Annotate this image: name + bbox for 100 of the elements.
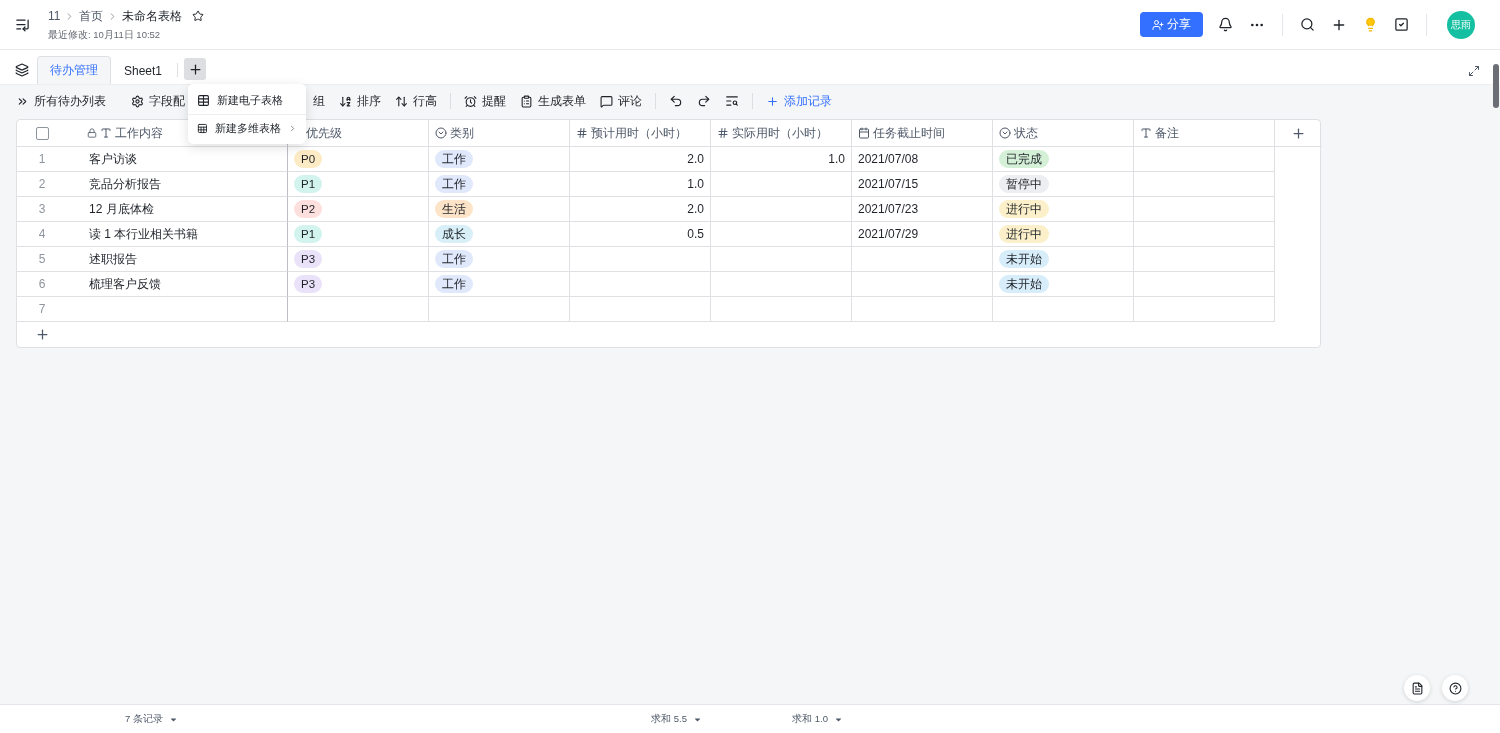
comment-icon bbox=[600, 94, 613, 108]
breadcrumb-item: 未命名表格 bbox=[122, 7, 183, 25]
breadcrumb-item[interactable]: 11 bbox=[48, 9, 61, 23]
row-number: 2 bbox=[17, 172, 67, 197]
sheet-tab[interactable]: 待办管理 bbox=[37, 56, 111, 84]
option-tag: 成长 bbox=[435, 225, 473, 243]
form-button[interactable]: 生成表单 bbox=[520, 92, 586, 110]
share-button[interactable]: 分享 bbox=[1140, 12, 1203, 37]
hash-icon bbox=[576, 127, 588, 139]
undo-button[interactable] bbox=[669, 94, 683, 108]
expand-icon[interactable] bbox=[1468, 65, 1480, 77]
plus-icon bbox=[766, 94, 779, 108]
option-tag: 未开始 bbox=[999, 275, 1049, 293]
table-cell: 2021/07/15 bbox=[852, 172, 993, 197]
table-cell: 述职报告 bbox=[67, 247, 288, 272]
table-cell: 客户访谈 bbox=[67, 147, 288, 172]
record-count[interactable]: 7 条记录 bbox=[125, 712, 178, 726]
option-tag: 工作 bbox=[435, 275, 473, 293]
option-tag: 暂停中 bbox=[999, 175, 1049, 193]
layers-icon[interactable] bbox=[14, 63, 30, 77]
redo-button[interactable] bbox=[697, 94, 711, 108]
form-icon bbox=[520, 94, 533, 108]
menu-icon[interactable] bbox=[14, 17, 31, 32]
scrollbar-thumb[interactable] bbox=[1493, 64, 1499, 108]
column-header[interactable]: 预计用时（小时） bbox=[591, 124, 687, 142]
add-record-button[interactable]: 添加记录 bbox=[766, 92, 832, 110]
table-icon bbox=[197, 122, 208, 135]
plus-icon bbox=[187, 61, 203, 77]
option-tag: P3 bbox=[294, 275, 323, 293]
text-field-icon bbox=[1140, 127, 1152, 139]
column-header[interactable]: 状态 bbox=[1014, 124, 1038, 142]
row-number: 5 bbox=[17, 247, 67, 272]
column-summary[interactable]: 求和 1.0 bbox=[792, 712, 843, 726]
view-button[interactable]: 所有待办列表 bbox=[16, 92, 106, 110]
star-icon[interactable] bbox=[192, 10, 205, 22]
option-tag: 已完成 bbox=[999, 150, 1049, 168]
table-cell: 2.0 bbox=[570, 197, 711, 222]
find-button[interactable] bbox=[725, 94, 739, 108]
option-tag: P1 bbox=[294, 175, 323, 193]
add-row-icon[interactable] bbox=[35, 327, 50, 342]
column-header[interactable]: 类别 bbox=[450, 124, 474, 142]
sheet-tab[interactable]: Sheet1 bbox=[111, 56, 176, 84]
column-header[interactable]: 任务截止时间 bbox=[873, 124, 945, 142]
hash-icon bbox=[717, 127, 729, 139]
table-cell: 读 1 本行业相关书籍 bbox=[67, 222, 288, 247]
sort-button[interactable]: 排序 bbox=[339, 92, 381, 110]
find-icon bbox=[725, 94, 739, 108]
option-tag: 进行中 bbox=[999, 225, 1049, 243]
column-header[interactable]: 优先级 bbox=[306, 124, 342, 142]
last-modified: 最近修改: 10月11日 10:52 bbox=[48, 28, 162, 42]
lock-icon bbox=[87, 128, 97, 138]
option-tag: P0 bbox=[294, 150, 323, 168]
table-cell: 1.0 bbox=[711, 147, 852, 172]
calendar-icon bbox=[858, 127, 870, 139]
table-cell: 2.0 bbox=[570, 147, 711, 172]
row-number: 6 bbox=[17, 272, 67, 297]
option-tag: P3 bbox=[294, 250, 323, 268]
row-height-button[interactable]: 行高 bbox=[395, 92, 437, 110]
option-tag: P2 bbox=[294, 200, 323, 218]
table-cell: 0.5 bbox=[570, 222, 711, 247]
column-summary[interactable]: 求和 5.5 bbox=[651, 712, 702, 726]
option-tag: 工作 bbox=[435, 150, 473, 168]
table-cell: 12 月底体检 bbox=[67, 197, 288, 222]
breadcrumb-item[interactable]: 首页 bbox=[79, 7, 104, 25]
menu-item[interactable]: 新建电子表格 bbox=[188, 86, 306, 114]
search-icon[interactable] bbox=[1299, 17, 1316, 32]
bell-icon[interactable] bbox=[1217, 17, 1234, 32]
checkbox-icon[interactable] bbox=[1393, 17, 1410, 32]
add-sheet-button[interactable] bbox=[184, 58, 207, 80]
option-tag: 生活 bbox=[435, 200, 473, 218]
table-cell: 梳理客户反馈 bbox=[67, 272, 288, 297]
add-column-icon[interactable] bbox=[1291, 125, 1306, 141]
group-button[interactable]: 组 bbox=[313, 92, 325, 110]
row-number: 4 bbox=[17, 222, 67, 247]
undo-icon bbox=[669, 94, 683, 108]
option-tag: 工作 bbox=[435, 250, 473, 268]
redo-icon bbox=[697, 94, 711, 108]
table-cell: 2021/07/08 bbox=[852, 147, 993, 172]
option-tag: 未开始 bbox=[999, 250, 1049, 268]
sort-icon bbox=[339, 94, 352, 108]
comment-button[interactable]: 评论 bbox=[600, 92, 642, 110]
select-all-checkbox[interactable] bbox=[35, 126, 49, 140]
gear-icon bbox=[131, 94, 144, 108]
row-height-icon bbox=[395, 94, 408, 108]
table-cell: 1.0 bbox=[570, 172, 711, 197]
option-tag: 进行中 bbox=[999, 200, 1049, 218]
fields-button[interactable]: 字段配 bbox=[131, 92, 185, 110]
column-header[interactable]: 实际用时（小时） bbox=[732, 124, 828, 142]
table-cell: 竞品分析报告 bbox=[67, 172, 288, 197]
reminder-button[interactable]: 提醒 bbox=[464, 92, 506, 110]
table-cell: 2021/07/29 bbox=[852, 222, 993, 247]
row-number: 1 bbox=[17, 147, 67, 172]
column-header[interactable]: 备注 bbox=[1155, 124, 1179, 142]
table-cell: 2021/07/23 bbox=[852, 197, 993, 222]
dropdown-icon bbox=[435, 127, 447, 139]
column-header[interactable]: 工作内容 bbox=[115, 124, 163, 142]
alarm-clock-icon bbox=[464, 94, 477, 108]
grid-icon bbox=[197, 93, 210, 107]
menu-item[interactable]: 新建多维表格 bbox=[188, 114, 306, 142]
add-user-icon bbox=[1152, 18, 1164, 31]
